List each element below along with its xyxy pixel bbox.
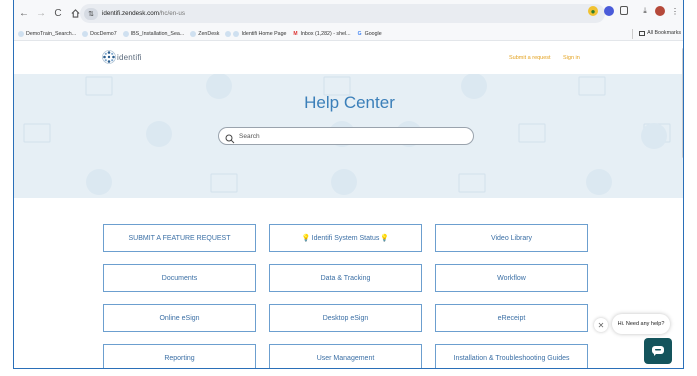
search-box[interactable] xyxy=(218,127,474,145)
bookmark-item[interactable]: DocDemo7 xyxy=(82,30,117,37)
extensions-puzzle-icon[interactable] xyxy=(620,6,628,15)
category-label: Reporting xyxy=(164,354,195,362)
sign-in-link[interactable]: Sign in xyxy=(563,55,580,61)
category-workflow[interactable]: Workflow xyxy=(435,264,588,292)
identifi-logo-icon xyxy=(102,50,116,64)
category-ereceipt[interactable]: eReceipt xyxy=(435,304,588,332)
gmail-icon: M xyxy=(293,30,298,37)
category-label: Installation & Troubleshooting Guides xyxy=(453,354,570,362)
bookmark-item[interactable]: IBS_Installation_Sea... xyxy=(122,30,184,37)
category-user-management[interactable]: User Management xyxy=(269,344,422,368)
reload-icon[interactable]: C xyxy=(51,7,65,21)
site-settings-icon[interactable]: ⇅ xyxy=(84,7,98,20)
extension-icon[interactable] xyxy=(604,6,614,16)
download-icon[interactable]: ⤓ xyxy=(640,6,650,16)
divider xyxy=(632,29,633,39)
identifi-favicon-icon xyxy=(82,30,89,37)
browser-toolbar: ← → C ⇅ identifi.zendesk.com/hc/en-us ☆ … xyxy=(14,0,683,27)
submit-request-link[interactable]: Submit a request xyxy=(509,55,551,61)
forward-icon[interactable]: → xyxy=(34,7,48,21)
category-label: Data & Tracking xyxy=(320,274,371,282)
category-label: Video Library xyxy=(490,234,533,242)
category-label: Identifi System Status xyxy=(311,234,380,242)
hero-banner: Help Center xyxy=(14,74,683,198)
lightbulb-icon: 💡 xyxy=(380,235,390,242)
browser-frame: ← → C ⇅ identifi.zendesk.com/hc/en-us ☆ … xyxy=(13,0,684,369)
category-installation-troubleshooting[interactable]: Installation & Troubleshooting Guides xyxy=(435,344,588,368)
bookmarks-bar: DemoTrain_Search... DocDemo7 IBS_Install… xyxy=(14,27,683,41)
category-label: Documents xyxy=(161,274,198,282)
all-bookmarks-button[interactable]: All Bookmarks xyxy=(639,30,681,36)
identifi-favicon-icon xyxy=(18,30,24,37)
category-label: Workflow xyxy=(497,274,526,282)
bookmark-item[interactable]: G Google xyxy=(357,31,382,37)
category-desktop-esign[interactable]: Desktop eSign xyxy=(269,304,422,332)
google-icon: G xyxy=(357,30,362,37)
identifi-favicon-icon xyxy=(225,30,232,37)
help-bubble[interactable]: Hi. Need any help? xyxy=(612,314,670,334)
category-label: SUBMIT A FEATURE REQUEST xyxy=(128,234,231,242)
address-url: identifi.zendesk.com/hc/en-us xyxy=(102,10,185,17)
identifi-logo[interactable]: identifi xyxy=(102,50,142,64)
profile-avatar[interactable] xyxy=(655,6,665,16)
chat-launcher-button[interactable] xyxy=(644,338,672,364)
category-online-esign[interactable]: Online eSign xyxy=(103,304,256,332)
category-identifi-system-status[interactable]: 💡 Identifi System Status 💡 xyxy=(269,224,422,252)
site-header: identifi Submit a request Sign in xyxy=(14,42,683,74)
category-label: Desktop eSign xyxy=(322,314,369,322)
chat-icon xyxy=(652,346,664,356)
bookmark-item[interactable]: M Inbox (1,282) - shel... xyxy=(293,30,350,37)
close-icon[interactable]: ✕ xyxy=(594,318,608,332)
category-video-library[interactable]: Video Library xyxy=(435,224,588,252)
extension-icon[interactable]: ● xyxy=(588,6,598,16)
folder-icon xyxy=(639,30,646,36)
help-center-page: identifi Submit a request Sign in Help C… xyxy=(14,42,683,368)
page-scrollbar[interactable] xyxy=(682,48,683,158)
category-reporting[interactable]: Reporting xyxy=(103,344,256,368)
address-bar[interactable]: ⇅ identifi.zendesk.com/hc/en-us ☆ xyxy=(80,4,605,23)
back-icon[interactable]: ← xyxy=(17,7,31,21)
help-bubble-text: Hi. Need any help? xyxy=(617,321,665,327)
category-documents[interactable]: Documents xyxy=(103,264,256,292)
category-data-tracking[interactable]: Data & Tracking xyxy=(269,264,422,292)
page-title: Help Center xyxy=(304,93,395,112)
category-submit-feature-request[interactable]: SUBMIT A FEATURE REQUEST xyxy=(103,224,256,252)
menu-kebab-icon[interactable]: ⋮ xyxy=(670,6,680,16)
zendesk-favicon-icon xyxy=(190,30,197,37)
search-input[interactable] xyxy=(239,132,459,140)
identifi-favicon-icon xyxy=(122,30,129,37)
lightbulb-icon: 💡 xyxy=(301,235,311,242)
search-icon xyxy=(225,131,235,144)
category-label: eReceipt xyxy=(497,314,526,322)
category-label: Online eSign xyxy=(159,314,200,322)
bookmark-item[interactable]: ZenDesk xyxy=(190,30,219,37)
identifi-favicon-icon xyxy=(233,30,240,37)
bookmark-item[interactable]: DemoTrain_Search... xyxy=(18,30,76,37)
category-label: User Management xyxy=(316,354,375,362)
bookmark-item[interactable]: Identifi Home Page xyxy=(225,30,287,37)
logo-text: identifi xyxy=(117,52,142,62)
